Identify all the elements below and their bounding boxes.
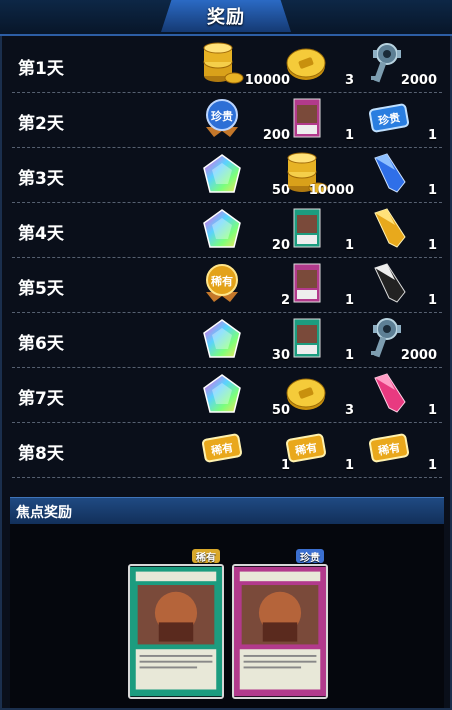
- rarity-medal-icon: 珍贵: [206, 99, 238, 137]
- day-label: 第4天: [18, 224, 64, 244]
- rainbow-gem-icon: [203, 209, 241, 248]
- day-label: 第1天: [18, 59, 64, 79]
- rainbow-gem-icon: [203, 154, 241, 193]
- reward-quantity: 10000: [308, 183, 354, 198]
- reward-row: 第4天 20 1 1: [12, 203, 442, 258]
- focus-card-2[interactable]: 珍贵: [232, 549, 328, 699]
- trap-card-icon: [293, 98, 321, 138]
- gold-crystal-icon: [374, 208, 406, 248]
- day-label: 第7天: [18, 389, 64, 409]
- gold-medal-icon: 稀有: [206, 264, 238, 302]
- page-title: 奖励: [161, 0, 291, 32]
- reward-item[interactable]: 稀有 1: [284, 427, 354, 475]
- reward-row: 第2天 珍贵 200 1 珍贵 1: [12, 93, 442, 148]
- title-bar: 奖励: [0, 0, 452, 36]
- reward-list: 第1天 10000 3 2000 第2天 珍贵 200 1 珍贵 1 第3天 50 10000 1 第4天 2…: [12, 38, 442, 478]
- rare-ticket-icon: 稀有: [201, 433, 243, 463]
- reward-quantity: 3: [344, 73, 354, 88]
- day-label: 第5天: [18, 279, 64, 299]
- reward-item[interactable]: 3: [284, 42, 354, 90]
- rarity-ticket-icon: 珍贵: [368, 103, 410, 133]
- reward-item[interactable]: 1: [367, 262, 437, 310]
- reward-item[interactable]: 10000: [284, 152, 354, 200]
- reward-row: 第8天 稀有 1 稀有 1 稀有 1: [12, 423, 442, 478]
- reward-item[interactable]: 1: [367, 372, 437, 420]
- reward-quantity: 1: [427, 293, 437, 308]
- reward-quantity: 1: [344, 293, 354, 308]
- reward-row: 第6天 30 1 2000: [12, 313, 442, 368]
- coin-icon: [286, 48, 326, 80]
- reward-item[interactable]: 珍贵 200: [200, 97, 290, 145]
- reward-quantity: 1: [344, 128, 354, 143]
- day-label: 第6天: [18, 334, 64, 354]
- reward-item[interactable]: 1: [284, 262, 354, 310]
- reward-item[interactable]: 50: [200, 372, 290, 420]
- reward-quantity: 3: [344, 403, 354, 418]
- reward-item[interactable]: 3: [284, 372, 354, 420]
- reward-item[interactable]: 2000: [367, 42, 437, 90]
- focus-reward-title: 焦点奖励: [16, 505, 72, 521]
- focus-reward-header: 焦点奖励: [10, 497, 444, 525]
- reward-row: 第7天 50 3 1: [12, 368, 442, 423]
- rarity-badge: 稀有: [192, 549, 220, 564]
- svg-text:稀有: 稀有: [211, 274, 233, 288]
- day-label: 第8天: [18, 444, 64, 464]
- reward-row: 第5天 稀有 2 1 1: [12, 258, 442, 313]
- trap-card-icon: [232, 564, 328, 699]
- pink-crystal-icon: [374, 373, 406, 413]
- reward-item[interactable]: 稀有 1: [367, 427, 437, 475]
- reward-quantity: 2000: [400, 73, 437, 88]
- reward-quantity: 1: [427, 238, 437, 253]
- reward-item[interactable]: 10000: [200, 42, 290, 90]
- rarity-badge: 珍贵: [296, 549, 324, 564]
- day-label: 第2天: [18, 114, 64, 134]
- rainbow-gem-icon: [203, 374, 241, 413]
- reward-item[interactable]: 2000: [367, 317, 437, 365]
- spell-card-icon: [128, 564, 224, 699]
- rare-ticket-icon: 稀有: [368, 433, 410, 463]
- focus-reward-area: 稀有 珍贵: [10, 524, 444, 708]
- focus-card-1[interactable]: 稀有: [128, 549, 224, 699]
- reward-quantity: 1: [427, 403, 437, 418]
- reward-quantity: 1: [427, 458, 437, 473]
- spell-card-icon: [293, 208, 321, 248]
- reward-item[interactable]: 1: [284, 317, 354, 365]
- reward-quantity: 1: [344, 238, 354, 253]
- reward-quantity: 2000: [400, 348, 437, 363]
- reward-item[interactable]: 1: [284, 97, 354, 145]
- rainbow-gem-icon: [203, 319, 241, 358]
- reward-item[interactable]: 稀有 2: [200, 262, 290, 310]
- reward-quantity: 1: [344, 348, 354, 363]
- day-label: 第3天: [18, 169, 64, 189]
- black-crystal-icon: [374, 263, 406, 303]
- spell-card-icon: [293, 318, 321, 358]
- reward-quantity: 1: [344, 458, 354, 473]
- reward-item[interactable]: 20: [200, 207, 290, 255]
- reward-item[interactable]: 珍贵 1: [367, 97, 437, 145]
- reward-quantity: 1: [427, 183, 437, 198]
- trap-card-icon: [293, 263, 321, 303]
- rare-ticket-icon: 稀有: [285, 433, 327, 463]
- reward-quantity: 1: [427, 128, 437, 143]
- reward-item[interactable]: 50: [200, 152, 290, 200]
- reward-item[interactable]: 1: [367, 152, 437, 200]
- reward-item[interactable]: 1: [367, 207, 437, 255]
- reward-item[interactable]: 1: [284, 207, 354, 255]
- gold-coin-stack-icon: [203, 42, 244, 84]
- svg-text:珍贵: 珍贵: [211, 109, 233, 123]
- reward-item[interactable]: 30: [200, 317, 290, 365]
- reward-item[interactable]: 稀有 1: [200, 427, 290, 475]
- reward-row: 第1天 10000 3 2000: [12, 38, 442, 93]
- blue-crystal-icon: [374, 153, 406, 193]
- coin-icon: [286, 378, 326, 410]
- reward-row: 第3天 50 10000 1: [12, 148, 442, 203]
